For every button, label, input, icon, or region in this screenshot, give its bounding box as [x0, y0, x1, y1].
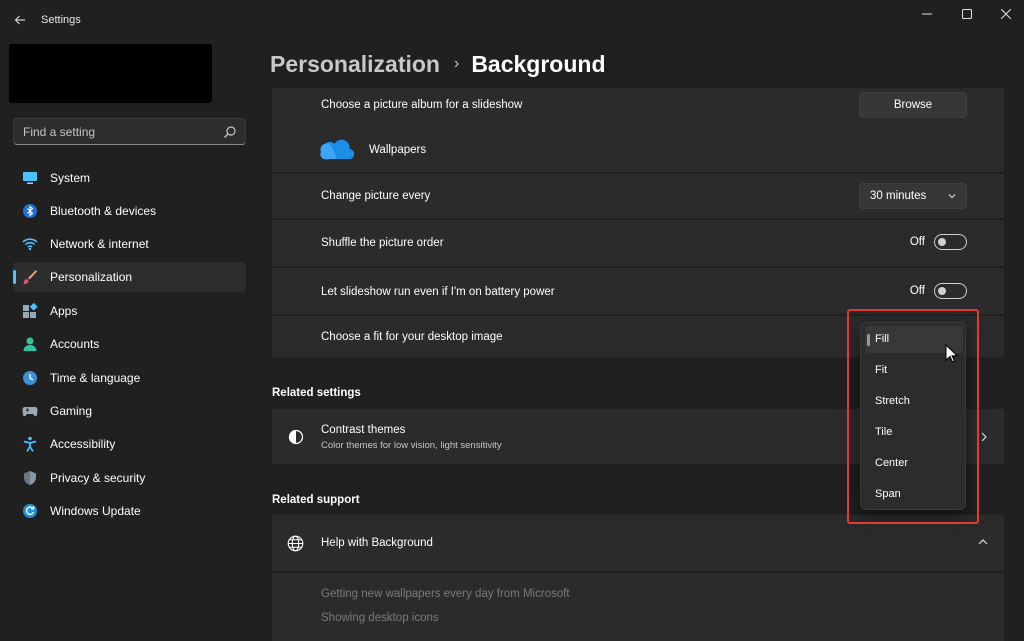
chevron-down-icon [948, 194, 956, 199]
interval-value: 30 minutes [870, 190, 927, 202]
sidebar-item-label: Time & language [50, 371, 141, 385]
battery-state: Off [909, 285, 925, 297]
sidebar-item-time-language[interactable]: Time & language [13, 363, 246, 393]
minimize-button[interactable] [912, 4, 942, 24]
breadcrumb-separator: › [453, 55, 460, 72]
apps-icon [23, 303, 38, 318]
search-placeholder: Find a setting [23, 125, 96, 139]
help-links-card: Getting new wallpapers every day from Mi… [272, 573, 1004, 641]
highlight-box [847, 309, 979, 524]
related-settings-heading: Related settings [272, 387, 361, 399]
sidebar-item-accessibility[interactable]: Accessibility [13, 429, 246, 459]
album-label: Choose a picture album for a slideshow [321, 99, 523, 111]
sidebar-item-label: Network & internet [50, 237, 149, 251]
breadcrumb: Personalization › Background [270, 49, 606, 79]
sidebar-item-label: Personalization [50, 270, 133, 284]
related-support-heading: Related support [272, 494, 360, 506]
brush-icon [23, 270, 37, 284]
wifi-icon [22, 238, 38, 251]
sidebar-item-accounts[interactable]: Accounts [13, 329, 246, 359]
sidebar-item-personalization[interactable]: Personalization [13, 262, 246, 292]
page-title: Background [471, 50, 606, 77]
chevron-right-icon [981, 432, 987, 442]
maximize-button[interactable] [952, 4, 982, 24]
update-icon [23, 504, 37, 518]
sidebar-item-gaming[interactable]: Gaming [13, 396, 246, 426]
slideshow-album-card: Choose a picture album for a slideshow B… [272, 88, 1004, 172]
toggle-knob [938, 238, 946, 246]
battery-card: Let slideshow run even if I'm on battery… [272, 268, 1004, 314]
sidebar-item-privacy-security[interactable]: Privacy & security [13, 463, 246, 493]
person-icon [23, 337, 37, 351]
sidebar-item-label: Gaming [50, 404, 93, 418]
title-bar: Settings [0, 0, 1024, 40]
interval-label: Change picture every [321, 190, 431, 202]
search-icon [224, 126, 236, 138]
close-icon [1001, 9, 1011, 19]
shuffle-toggle-group: Off [910, 234, 967, 250]
toggle-knob [938, 287, 946, 295]
search-input[interactable]: Find a setting [13, 118, 246, 145]
globe-icon [287, 535, 304, 552]
help-title: Help with Background [321, 537, 433, 549]
sidebar-item-label: Accessibility [50, 437, 116, 451]
onedrive-cloud-icon [320, 139, 354, 160]
maximize-icon [962, 9, 972, 19]
sidebar-item-windows-update[interactable]: Windows Update [13, 496, 246, 526]
sidebar-item-label: Apps [50, 304, 78, 318]
change-picture-card: Change picture every 30 minutes [272, 174, 1004, 218]
shuffle-label: Shuffle the picture order [321, 237, 444, 249]
gamepad-icon [22, 407, 38, 417]
sidebar-item-label: Privacy & security [50, 471, 146, 485]
sidebar-item-bluetooth[interactable]: Bluetooth & devices [13, 196, 246, 226]
arrow-left-icon [14, 15, 25, 25]
sidebar-item-apps[interactable]: Apps [13, 296, 246, 326]
selection-indicator [13, 270, 16, 284]
sidebar: Find a setting System Bluetooth & device… [0, 40, 258, 641]
shuffle-state: Off [909, 236, 925, 248]
folder-name: Wallpapers [369, 144, 427, 156]
shuffle-toggle[interactable] [934, 234, 967, 250]
sidebar-item-label: System [50, 171, 91, 185]
sidebar-item-system[interactable]: System [13, 163, 246, 193]
accessibility-icon [23, 436, 37, 452]
battery-toggle[interactable] [934, 283, 967, 299]
browse-button[interactable]: Browse [859, 92, 967, 118]
contrast-icon [288, 429, 304, 445]
help-link[interactable]: Getting new wallpapers every day from Mi… [321, 588, 570, 600]
contrast-title: Contrast themes [321, 424, 406, 436]
close-button[interactable] [991, 4, 1021, 24]
bluetooth-icon [23, 204, 37, 218]
system-icon [23, 172, 37, 184]
back-button[interactable] [8, 8, 32, 32]
chevron-up-icon [978, 539, 988, 545]
interval-dropdown[interactable]: 30 minutes [859, 183, 967, 209]
sidebar-item-network[interactable]: Network & internet [13, 229, 246, 259]
shield-icon [24, 471, 36, 485]
app-title: Settings [41, 14, 81, 26]
shuffle-card: Shuffle the picture order Off [272, 220, 1004, 266]
battery-label: Let slideshow run even if I'm on battery… [321, 286, 555, 298]
contrast-subtitle: Color themes for low vision, light sensi… [321, 440, 502, 451]
battery-toggle-group: Off [910, 283, 967, 299]
fit-label: Choose a fit for your desktop image [321, 331, 503, 343]
breadcrumb-parent[interactable]: Personalization [270, 51, 440, 78]
sidebar-item-label: Bluetooth & devices [50, 204, 157, 218]
help-link[interactable]: Showing desktop icons [321, 612, 439, 624]
sidebar-item-label: Windows Update [50, 504, 141, 518]
user-profile-card[interactable] [9, 44, 212, 103]
mouse-cursor-icon [945, 344, 959, 363]
sidebar-item-label: Accounts [50, 337, 100, 351]
globe-clock-icon [23, 371, 37, 385]
minimize-icon [922, 13, 932, 15]
